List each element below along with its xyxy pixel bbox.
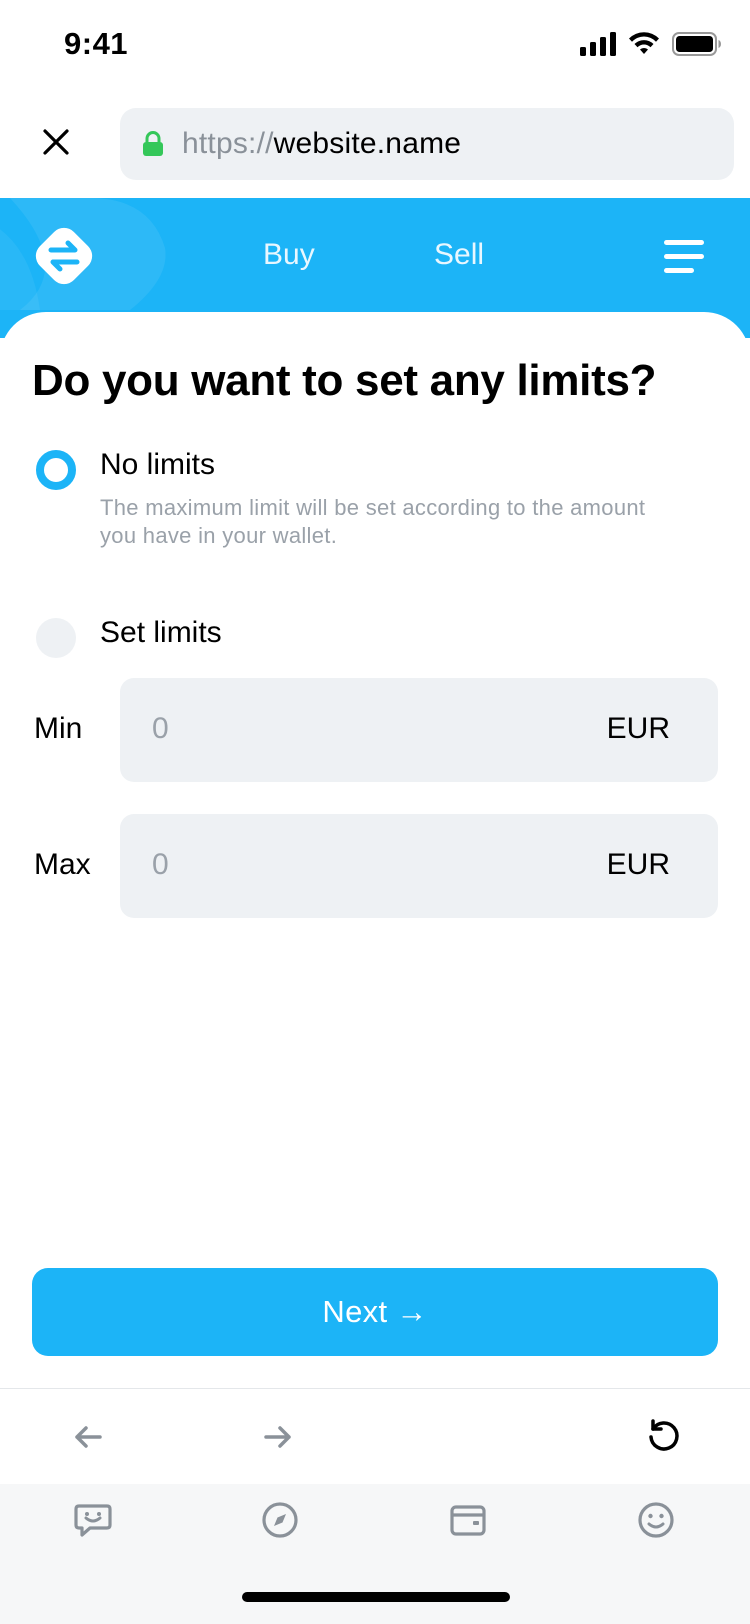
- wifi-icon: [629, 32, 659, 54]
- url-host: website.name: [273, 127, 462, 160]
- chat-icon[interactable]: [73, 1500, 113, 1540]
- wallet-icon[interactable]: [448, 1500, 488, 1540]
- max-label: Max: [34, 848, 91, 881]
- set-limits-label[interactable]: Set limits: [100, 616, 222, 650]
- min-label: Min: [34, 712, 83, 745]
- no-limits-radio[interactable]: [36, 450, 76, 490]
- max-value: 0: [152, 848, 169, 881]
- status-bar: 9:41: [0, 0, 750, 94]
- battery-icon: [672, 32, 721, 56]
- nav-sell[interactable]: Sell: [434, 238, 484, 272]
- smiley-icon[interactable]: [636, 1500, 676, 1540]
- browser-url-row: https://website.name: [0, 94, 750, 198]
- nav-buy[interactable]: Buy: [263, 238, 315, 272]
- hamburger-menu-icon[interactable]: [664, 240, 704, 274]
- back-arrow-icon[interactable]: [68, 1417, 108, 1457]
- no-limits-label[interactable]: No limits: [100, 448, 215, 482]
- max-currency: EUR: [606, 848, 670, 881]
- min-value: 0: [152, 712, 169, 745]
- signal-icon: [580, 32, 616, 56]
- tab-bar: [0, 1484, 750, 1624]
- close-icon: [43, 129, 69, 155]
- min-amount-input[interactable]: 0 EUR: [120, 678, 718, 782]
- content-card: Do you want to set any limits? No limits…: [0, 312, 750, 1388]
- no-limits-description: The maximum limit will be set according …: [100, 495, 646, 548]
- min-currency: EUR: [606, 712, 670, 745]
- url-scheme: https://: [182, 127, 274, 160]
- lock-icon: [143, 131, 163, 156]
- next-button-label: Next →: [322, 1294, 428, 1329]
- next-button[interactable]: Next →: [32, 1268, 718, 1356]
- home-indicator: [242, 1592, 510, 1602]
- status-time: 9:41: [64, 26, 129, 61]
- url-text: https://website.name: [182, 127, 461, 161]
- set-limits-radio[interactable]: [36, 618, 76, 658]
- forward-arrow-icon[interactable]: [258, 1417, 298, 1457]
- swap-arrows-icon[interactable]: [30, 222, 98, 290]
- url-bar[interactable]: https://website.name: [120, 108, 734, 180]
- close-button[interactable]: [36, 122, 76, 162]
- reload-icon[interactable]: [644, 1415, 684, 1455]
- compass-icon[interactable]: [260, 1500, 300, 1540]
- status-icons: [580, 32, 722, 56]
- max-amount-input[interactable]: 0 EUR: [120, 814, 718, 918]
- browser-nav-bar: [0, 1388, 750, 1484]
- page-title: Do you want to set any limits?: [32, 356, 657, 405]
